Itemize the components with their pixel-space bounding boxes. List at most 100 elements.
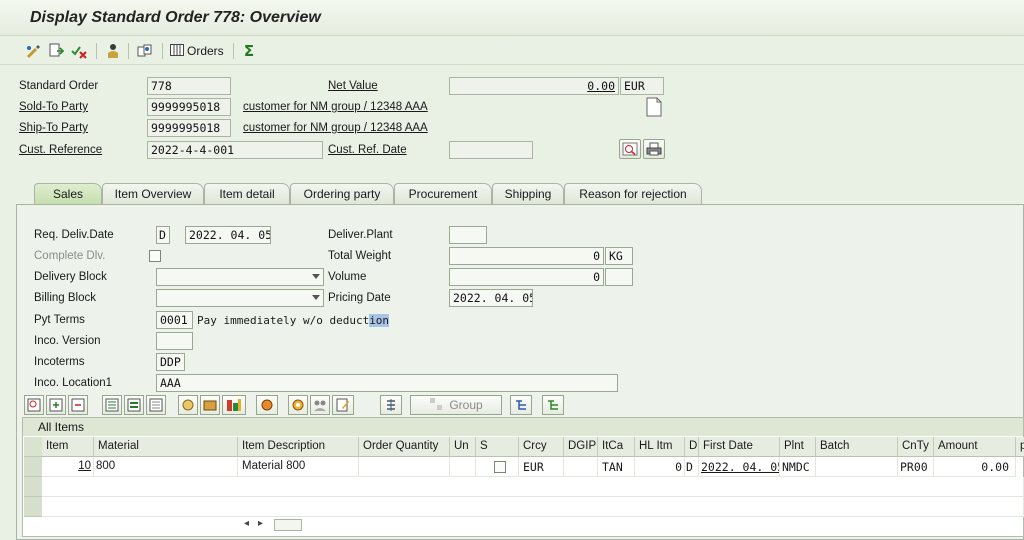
insert-row-icon[interactable] xyxy=(46,395,66,415)
group-button[interactable]: Group xyxy=(410,395,502,415)
currency-field[interactable]: EUR xyxy=(620,77,664,95)
column-header-dgip[interactable]: DGIP xyxy=(564,437,598,457)
cust-ref-date-field[interactable] xyxy=(449,141,533,159)
billing-block-dropdown[interactable] xyxy=(156,289,324,307)
deliver-plant-field[interactable] xyxy=(449,226,487,244)
inco-version-field[interactable] xyxy=(156,332,193,350)
deselect-all-icon[interactable] xyxy=(146,395,166,415)
table-cell-currency[interactable]: EUR xyxy=(519,457,564,477)
sum-icon[interactable]: Σ xyxy=(240,42,258,60)
inco-location-field[interactable]: AAA xyxy=(156,374,618,392)
payment-cards-icon[interactable] xyxy=(288,395,308,415)
change-display-icon[interactable] xyxy=(24,42,42,60)
table-cell-item[interactable]: 10 xyxy=(42,457,94,477)
config-icon[interactable] xyxy=(178,395,198,415)
column-header-p[interactable]: p xyxy=(1016,437,1024,457)
column-header-batch[interactable]: Batch xyxy=(816,437,898,457)
sort-icon[interactable] xyxy=(380,395,402,415)
table-cell-description[interactable]: Material 800 xyxy=(238,457,359,477)
other-document-icon[interactable] xyxy=(47,42,65,60)
row-selector[interactable] xyxy=(24,497,42,517)
column-header-cnty[interactable]: CnTy xyxy=(898,437,934,457)
row-checkbox[interactable] xyxy=(494,461,506,473)
table-cell-cnty[interactable]: PR00 xyxy=(898,457,934,477)
column-header-s[interactable]: S xyxy=(476,437,519,457)
table-row-empty[interactable] xyxy=(42,497,1024,517)
volume-unit-field[interactable] xyxy=(605,268,633,286)
table-cell-plant[interactable]: NMDC xyxy=(780,457,816,477)
schedule-lines-icon[interactable] xyxy=(200,395,220,415)
tab-procurement[interactable]: Procurement xyxy=(394,183,492,204)
table-cell-dgip[interactable] xyxy=(564,457,598,477)
table-cell-hl-itm[interactable]: 0 xyxy=(635,457,685,477)
edit-item-icon[interactable] xyxy=(332,395,354,415)
table-cell-first-date[interactable]: 2022. 04. 05 xyxy=(699,457,780,477)
column-header-d[interactable]: D xyxy=(685,437,699,457)
ship-to-party-label[interactable]: Ship-To Party xyxy=(19,122,88,134)
pyt-terms-field[interactable]: 0001 xyxy=(156,311,193,329)
horizontal-scrollbar[interactable]: ◂ ▸ xyxy=(240,517,304,533)
orders-button[interactable]: Orders xyxy=(170,42,224,60)
column-header-item[interactable]: Item xyxy=(42,437,94,457)
scroll-right-icon[interactable]: ▸ xyxy=(258,518,263,529)
cust-ref-date-label[interactable]: Cust. Ref. Date xyxy=(328,144,407,156)
item-detail-icon[interactable] xyxy=(24,395,44,415)
sold-to-party-label[interactable]: Sold-To Party xyxy=(19,101,88,113)
column-header-un[interactable]: Un xyxy=(450,437,476,457)
header-partner-icon[interactable] xyxy=(104,42,122,60)
print-preview-icon[interactable] xyxy=(619,139,641,159)
net-value-field[interactable]: 0.00 xyxy=(449,77,619,95)
tab-item-detail[interactable]: Item detail xyxy=(204,183,290,204)
structure-icon[interactable] xyxy=(510,395,532,415)
table-cell-quantity[interactable] xyxy=(359,457,450,477)
ship-to-party-field[interactable]: 9999995018 xyxy=(147,119,231,137)
select-all-icon[interactable] xyxy=(102,395,122,415)
pricing-date-field[interactable]: 2022. 04. 05 xyxy=(449,289,533,307)
ship-to-party-description[interactable]: customer for NM group / 12348 AAA xyxy=(243,122,428,134)
column-header-hl-itm[interactable]: HL Itm xyxy=(635,437,685,457)
table-cell-itca[interactable]: TAN xyxy=(598,457,635,477)
tab-ordering-party[interactable]: Ordering party xyxy=(290,183,394,204)
table-cell-unit[interactable] xyxy=(450,457,476,477)
column-header-plnt[interactable]: Plnt xyxy=(780,437,816,457)
tab-sales[interactable]: Sales xyxy=(34,183,102,204)
column-header-itca[interactable]: ItCa xyxy=(598,437,635,457)
column-header-material[interactable]: Material xyxy=(94,437,238,457)
table-cell-s[interactable] xyxy=(476,457,519,477)
document-flow-icon[interactable] xyxy=(136,42,154,60)
delete-row-icon[interactable] xyxy=(68,395,88,415)
print-icon[interactable] xyxy=(643,139,665,159)
select-block-icon[interactable] xyxy=(124,395,144,415)
blank-page-icon[interactable] xyxy=(643,97,665,117)
column-header-first-date[interactable]: First Date xyxy=(699,437,780,457)
pricing-icon[interactable] xyxy=(222,395,246,415)
expand-structure-icon[interactable] xyxy=(542,395,564,415)
tab-reason-for-rejection[interactable]: Reason for rejection xyxy=(564,183,702,204)
incoterms-field[interactable]: DDP xyxy=(156,353,185,371)
scroll-left-icon[interactable]: ◂ xyxy=(244,518,249,529)
column-header-amount[interactable]: Amount xyxy=(934,437,1016,457)
cust-reference-field[interactable]: 2022-4-4-001 xyxy=(147,141,323,159)
scroll-thumb[interactable] xyxy=(274,519,302,531)
sold-to-party-field[interactable]: 9999995018 xyxy=(147,98,231,116)
complete-dlv-checkbox[interactable] xyxy=(149,250,161,262)
table-cell-material[interactable]: 800 xyxy=(94,457,238,477)
req-deliv-date-field[interactable]: 2022. 04. 05 xyxy=(185,226,271,244)
net-value-label[interactable]: Net Value xyxy=(328,80,378,92)
delete-icon[interactable] xyxy=(70,42,88,60)
column-header-crcy[interactable]: Crcy xyxy=(519,437,564,457)
select-all-rows-button[interactable] xyxy=(24,437,42,457)
req-deliv-date-type-field[interactable]: D xyxy=(156,226,170,244)
partner-function-icon[interactable] xyxy=(256,395,278,415)
volume-field[interactable]: 0 xyxy=(449,268,604,286)
column-header-order-quantity[interactable]: Order Quantity xyxy=(359,437,450,457)
delivery-block-dropdown[interactable] xyxy=(156,268,324,286)
cust-reference-label[interactable]: Cust. Reference xyxy=(19,144,102,156)
sold-to-party-description[interactable]: customer for NM group / 12348 AAA xyxy=(243,101,428,113)
column-header-item-description[interactable]: Item Description xyxy=(238,437,359,457)
tab-shipping[interactable]: Shipping xyxy=(492,183,564,204)
tab-item-overview[interactable]: Item Overview xyxy=(102,183,204,204)
total-weight-field[interactable]: 0 xyxy=(449,247,604,265)
row-selector[interactable] xyxy=(24,477,42,497)
table-cell-amount[interactable]: 0.00 xyxy=(934,457,1016,477)
